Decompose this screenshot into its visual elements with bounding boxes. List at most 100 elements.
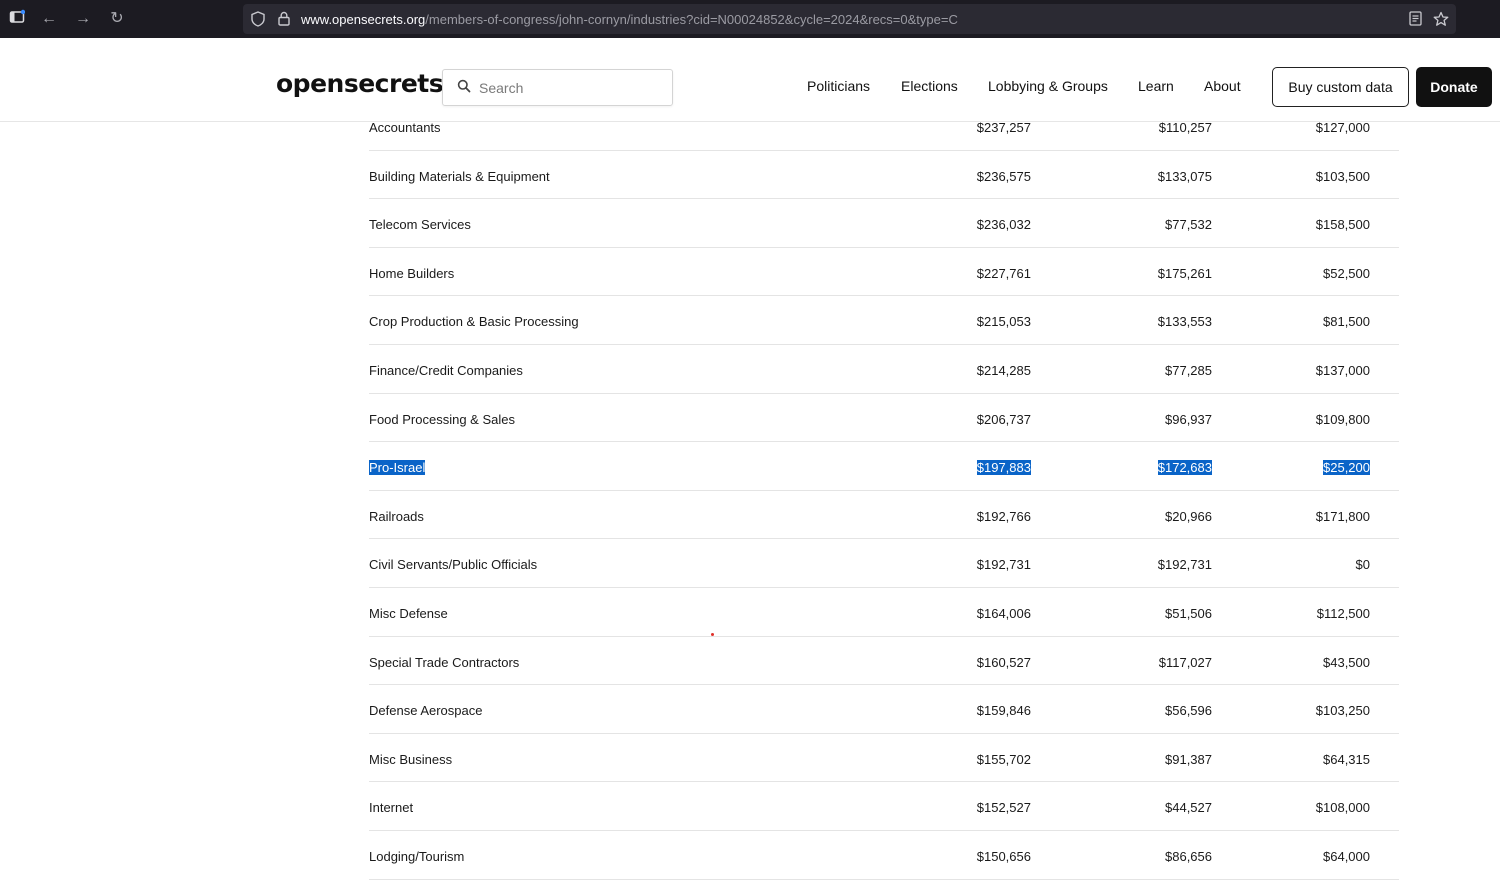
industry-cell-text: Accountants [369, 120, 441, 135]
pacs-cell: $0 [1356, 557, 1370, 572]
industry-cell: Home Builders [369, 266, 454, 281]
industry-cell-text: Misc Business [369, 751, 453, 767]
individuals-cell: $20,966 [1165, 509, 1212, 524]
pacs-cell-text: $103,250 [1315, 703, 1370, 719]
industry-cell-text: Crop Production & Basic Processing [369, 314, 579, 330]
individuals-cell-text: $86,656 [1165, 848, 1212, 864]
table-row: Misc Defense $164,006 $51,506 $112,500 [369, 588, 1399, 637]
individuals-cell-text: $192,731 [1157, 557, 1212, 573]
total-cell: $227,761 [977, 266, 1031, 281]
industry-cell: Pro-Israel [369, 460, 426, 476]
industry-cell: Misc Defense [369, 606, 448, 621]
individuals-cell: $56,596 [1165, 703, 1212, 718]
individuals-cell-text: $51,506 [1165, 605, 1212, 621]
reload-icon[interactable]: ↻ [107, 9, 127, 29]
search-input[interactable] [479, 78, 659, 98]
url-path: /members-of-congress/john-cornyn/industr… [425, 12, 958, 27]
industry-cell: Finance/Credit Companies [369, 363, 523, 378]
table-row: Pro-Israel $197,883 $172,683 $25,200 [369, 442, 1399, 491]
individuals-cell-text: $117,027 [1158, 654, 1212, 670]
total-cell-text: $214,285 [976, 362, 1031, 378]
total-cell-text: $160,527 [976, 654, 1031, 670]
nav-politicians[interactable]: Politicians [807, 78, 870, 94]
total-cell: $192,766 [977, 509, 1031, 524]
shield-icon[interactable] [250, 11, 266, 27]
table-row: Civil Servants/Public Officials $192,731 $… [369, 539, 1399, 588]
total-cell-text: $155,702 [976, 751, 1031, 767]
url-domain: www.opensecrets.org [301, 12, 426, 27]
pacs-cell-text: $81,500 [1323, 314, 1370, 330]
pacs-cell-text: $52,500 [1323, 265, 1370, 281]
url-text: www.opensecrets.org/members-of-congress/… [301, 12, 958, 27]
search-box[interactable] [442, 69, 673, 106]
forward-arrow-icon[interactable]: → [73, 9, 93, 29]
total-cell-text: $197,883 [976, 460, 1031, 476]
individuals-cell-text: $96,937 [1165, 411, 1212, 427]
pacs-cell-text: $171,800 [1315, 508, 1370, 524]
pacs-cell-text: $112,500 [1316, 605, 1370, 621]
table-row: Internet $152,527 $44,527 $108,000 [369, 782, 1399, 831]
individuals-cell-text: $133,075 [1157, 168, 1212, 184]
total-cell: $164,006 [977, 606, 1031, 621]
industry-cell-text: Food Processing & Sales [369, 411, 515, 427]
table-row: Defense Aerospace $159,846 $56,596 $103,250 [369, 685, 1399, 734]
table-row: Food Processing & Sales $206,737 $96,937 $1… [369, 394, 1399, 443]
individuals-cell: $172,683 [1157, 460, 1212, 476]
total-cell: $197,883 [976, 460, 1031, 476]
individuals-cell: $77,532 [1165, 217, 1212, 232]
table-row: Special Trade Contractors $160,527 $117,02… [369, 637, 1399, 686]
pacs-cell: $103,500 [1316, 169, 1370, 184]
individuals-cell-text: $91,387 [1165, 751, 1212, 767]
pacs-cell: $25,200 [1323, 460, 1370, 476]
industry-cell: Misc Business [369, 752, 452, 767]
back-arrow-icon[interactable]: ← [39, 9, 59, 29]
address-bar[interactable]: www.opensecrets.org/members-of-congress/… [243, 4, 1456, 34]
pacs-cell: $52,500 [1323, 266, 1370, 281]
lock-icon[interactable] [276, 11, 292, 27]
pacs-cell: $158,500 [1316, 217, 1370, 232]
search-icon [457, 79, 471, 93]
total-cell-text: $227,761 [976, 265, 1031, 281]
buy-custom-data-button[interactable]: Buy custom data [1272, 67, 1409, 107]
industry-cell: Special Trade Contractors [369, 655, 519, 670]
pacs-cell: $112,500 [1317, 606, 1370, 621]
donate-button[interactable]: Donate [1416, 67, 1492, 107]
site-header: opensecrets Politicians Elections Lobbyi… [0, 38, 1500, 122]
table-row: Misc Business $155,702 $91,387 $64,315 [369, 734, 1399, 783]
total-cell-text: $236,575 [976, 168, 1031, 184]
cursor-dot [711, 633, 714, 636]
total-cell-text: $192,766 [976, 508, 1031, 524]
total-cell: $236,032 [977, 217, 1031, 232]
nav-elections[interactable]: Elections [901, 78, 958, 94]
table-row: Crop Production & Basic Processing $215,0… [369, 296, 1399, 345]
industry-cell-text: Finance/Credit Companies [369, 362, 523, 378]
industry-cell: Internet [369, 800, 413, 815]
opensecrets-logo[interactable]: opensecrets [276, 69, 444, 98]
table-row: Telecom Services $236,032 $77,532 $158,500 [369, 199, 1399, 248]
individuals-cell-text: $77,532 [1165, 217, 1212, 233]
industry-cell-text: Railroads [369, 508, 424, 524]
nav-lobbying-groups[interactable]: Lobbying & Groups [988, 78, 1108, 94]
table-row: Lodging/Tourism $150,656 $86,656 $64,000 [369, 831, 1399, 880]
individuals-cell-text: $133,553 [1157, 314, 1212, 330]
total-cell: $150,656 [977, 849, 1031, 864]
nav-learn[interactable]: Learn [1138, 78, 1174, 94]
individuals-cell: $51,506 [1165, 606, 1212, 621]
pacs-cell: $137,000 [1316, 363, 1370, 378]
total-cell-text: $192,731 [976, 557, 1031, 573]
total-cell-text: $159,846 [976, 703, 1031, 719]
bookmark-star-icon[interactable] [1433, 11, 1449, 27]
individuals-cell-text: $44,527 [1165, 800, 1212, 816]
pacs-cell: $109,800 [1316, 412, 1370, 427]
total-cell: $152,527 [977, 800, 1031, 815]
total-cell-text: $215,053 [976, 314, 1031, 330]
sidebar-toggle-icon[interactable] [7, 9, 27, 29]
reader-view-icon[interactable] [1407, 11, 1423, 27]
industry-cell: Building Materials & Equipment [369, 169, 550, 184]
industry-cell: Civil Servants/Public Officials [369, 557, 537, 572]
individuals-cell: $133,553 [1158, 314, 1212, 329]
individuals-cell: $96,937 [1165, 412, 1212, 427]
nav-about[interactable]: About [1204, 78, 1241, 94]
pacs-cell: $108,000 [1316, 800, 1370, 815]
pacs-cell: $171,800 [1316, 509, 1370, 524]
